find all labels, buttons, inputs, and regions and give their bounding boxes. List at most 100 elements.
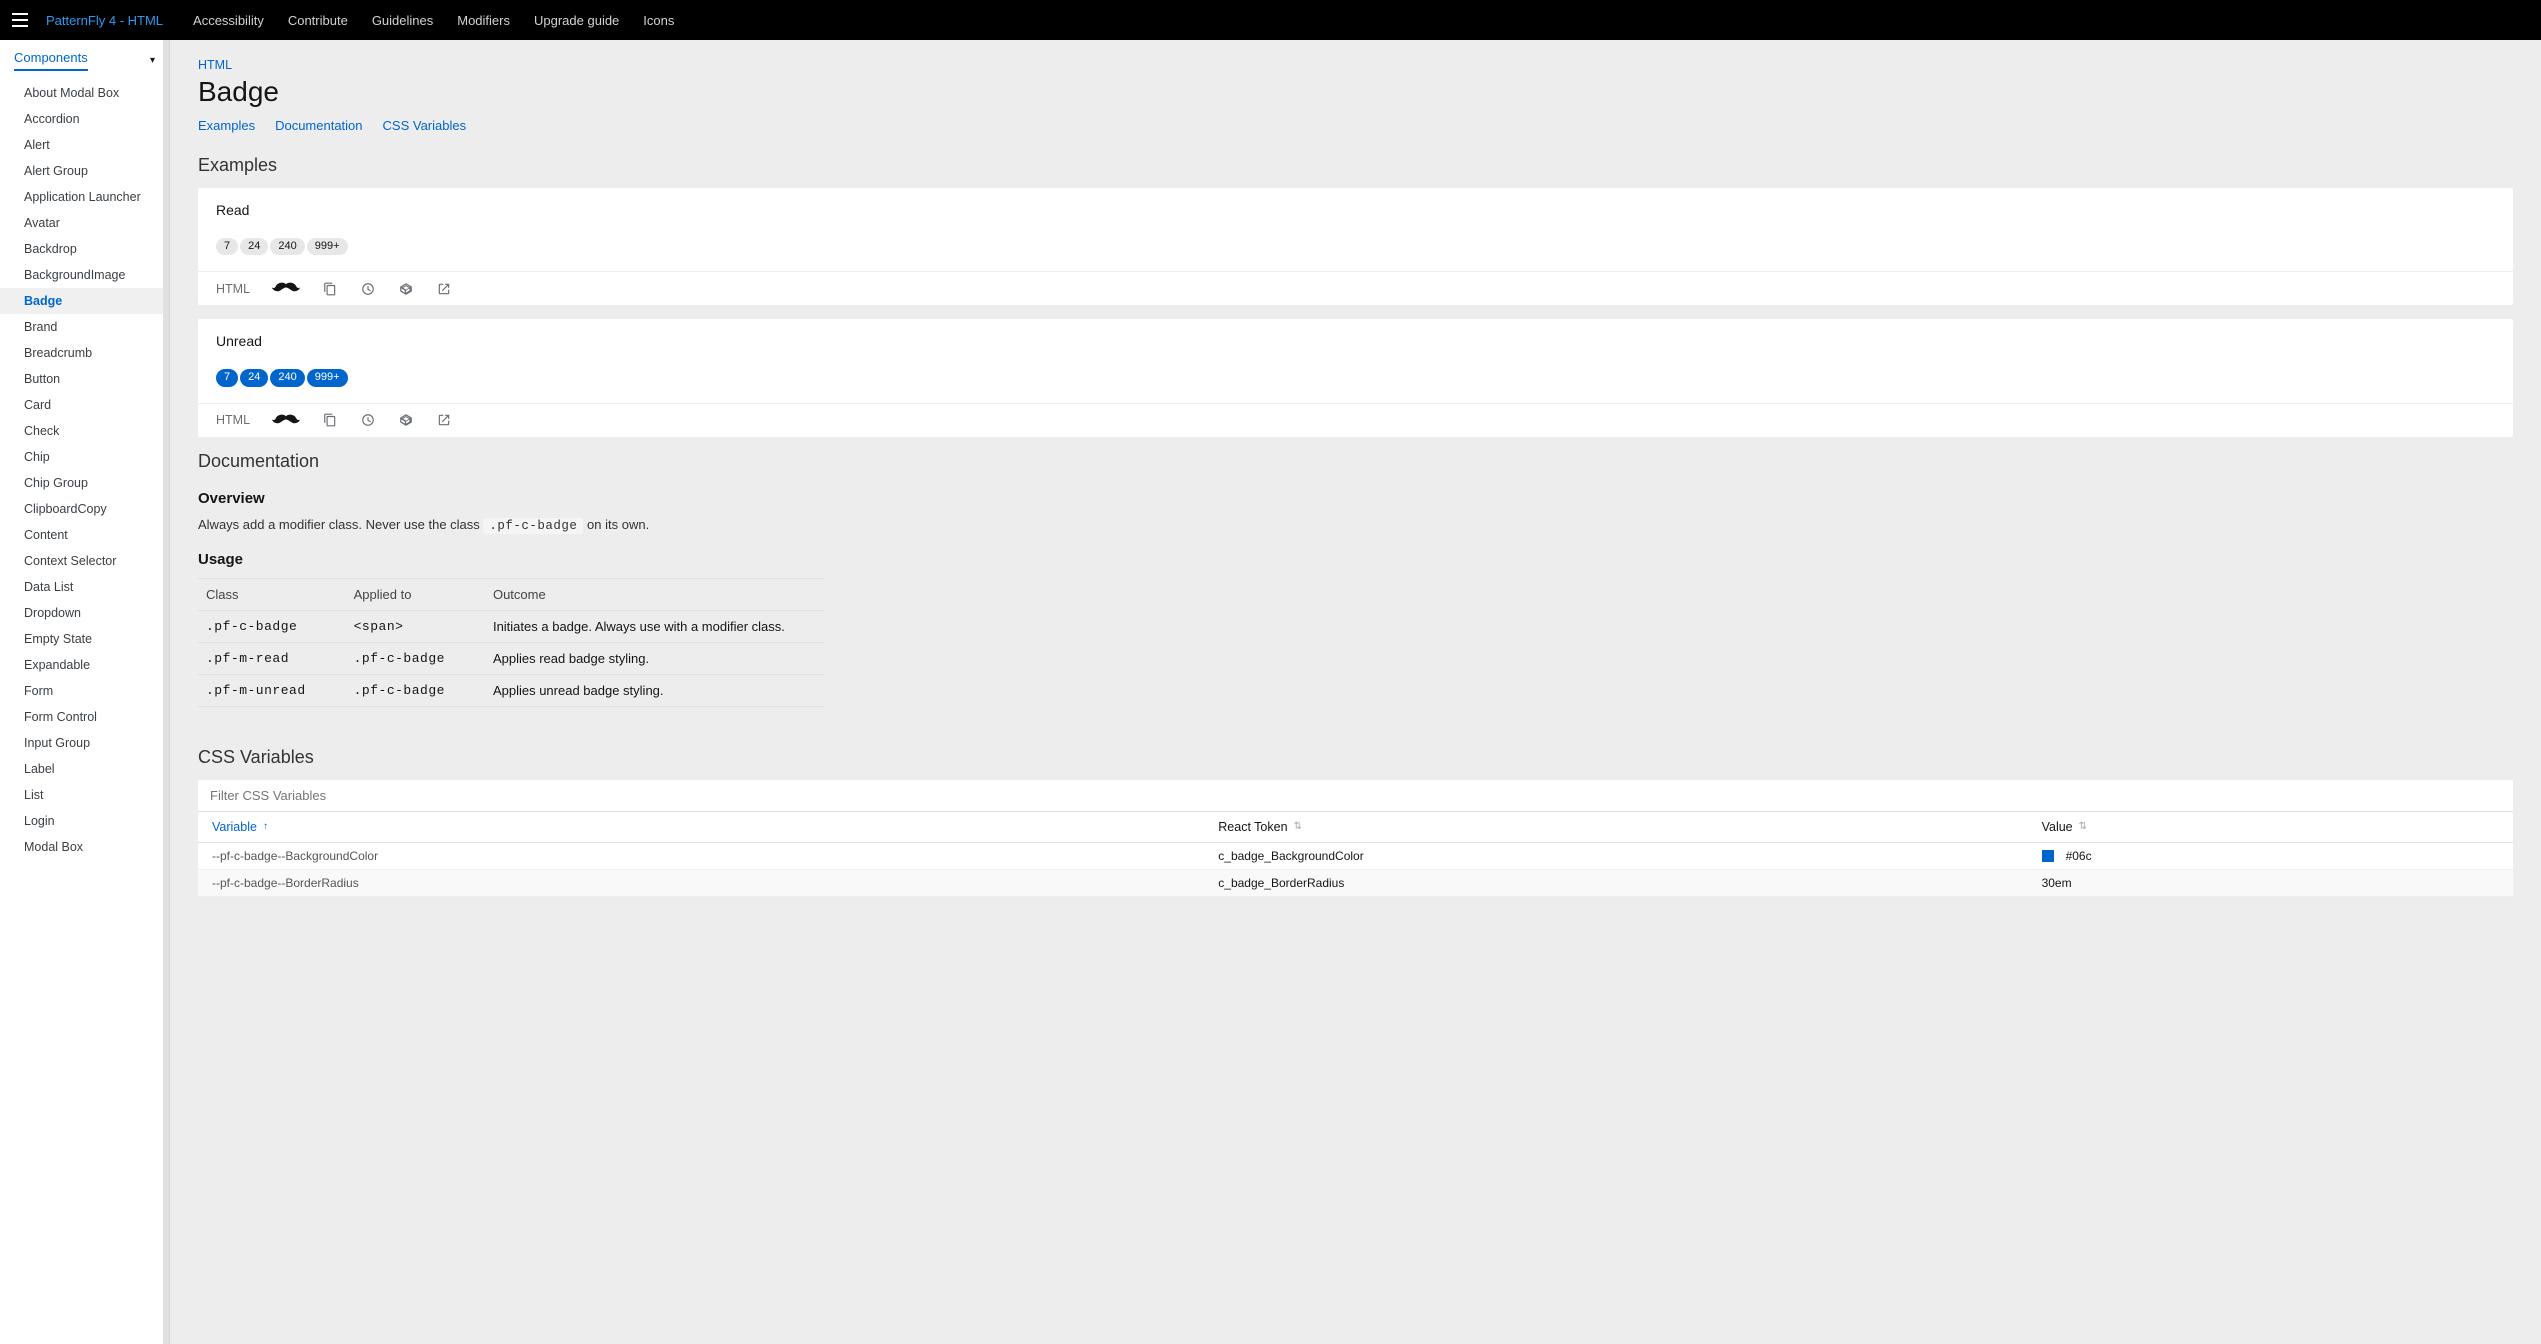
codepen-icon[interactable] [398, 281, 414, 297]
topnav-link-contribute[interactable]: Contribute [288, 13, 348, 28]
badge-read: 240 [270, 238, 304, 255]
badge-unread: 999+ [307, 369, 348, 386]
example-title: Unread [198, 319, 2513, 359]
sidebar-item-alert-group[interactable]: Alert Group [0, 158, 169, 184]
usage-row: .pf-c-badge<span>Initiates a badge. Alwa… [198, 610, 825, 642]
sidebar-item-input-group[interactable]: Input Group [0, 730, 169, 756]
sidebar-item-label[interactable]: Label [0, 756, 169, 782]
badge-read: 999+ [307, 238, 348, 255]
example-card-unread: Unread724240999+ HTML [198, 319, 2513, 436]
overview-text-before: Always add a modifier class. Never use t… [198, 517, 483, 532]
overview-text-after: on its own. [587, 517, 649, 532]
cssvars-card: Variable ↑ React Token ⇅ Value ⇅ --pf-c-… [198, 780, 2513, 897]
masthead: PatternFly 4 - HTML Accessibility Contrib… [0, 0, 2541, 40]
cssvar-react-token: c_badge_BorderRadius [1218, 876, 2041, 890]
sidebar-section-components[interactable]: Components ▾ [0, 40, 169, 80]
badge-read: 24 [240, 238, 268, 255]
sidebar-item-chip-group[interactable]: Chip Group [0, 470, 169, 496]
topnav-link-accessibility[interactable]: Accessibility [193, 13, 264, 28]
copy-icon[interactable] [322, 281, 338, 297]
usage-heading: Usage [198, 551, 2513, 568]
cssvars-row: --pf-c-badge--BackgroundColorc_badge_Bac… [198, 843, 2513, 870]
topnav-link-guidelines[interactable]: Guidelines [372, 13, 433, 28]
main-content: HTML Badge Examples Documentation CSS Vari… [170, 40, 2541, 1344]
sidebar: Components ▾ About Modal BoxAccordionAle… [0, 40, 170, 1344]
usage-class: .pf-m-unread [198, 674, 346, 706]
usage-col-class: Class [198, 578, 346, 610]
footer-html-label[interactable]: HTML [216, 413, 250, 427]
sidebar-item-accordion[interactable]: Accordion [0, 106, 169, 132]
cssvar-value: #06c [2042, 849, 2499, 863]
documentation-heading: Documentation [198, 451, 2513, 472]
handlebars-icon[interactable] [272, 412, 300, 429]
sidebar-item-list[interactable]: List [0, 782, 169, 808]
topnav-link-modifiers[interactable]: Modifiers [457, 13, 510, 28]
usage-row: .pf-m-read.pf-c-badgeApplies read badge … [198, 642, 825, 674]
sidebar-item-alert[interactable]: Alert [0, 132, 169, 158]
sort-icon: ⇅ [2079, 821, 2087, 832]
sidebar-item-about-modal-box[interactable]: About Modal Box [0, 80, 169, 106]
usage-table: ClassApplied toOutcome .pf-c-badge<span>… [198, 578, 825, 707]
usage-outcome: Applies read badge styling. [485, 642, 825, 674]
tab-examples[interactable]: Examples [198, 118, 255, 133]
sidebar-item-expandable[interactable]: Expandable [0, 652, 169, 678]
usage-outcome: Applies unread badge styling. [485, 674, 825, 706]
topnav-link-icons[interactable]: Icons [643, 13, 674, 28]
footer-html-label[interactable]: HTML [216, 282, 250, 296]
external-link-icon[interactable] [436, 281, 452, 297]
sidebar-item-button[interactable]: Button [0, 366, 169, 392]
example-body: 724240999+ [198, 359, 2513, 403]
sidebar-item-backdrop[interactable]: Backdrop [0, 236, 169, 262]
sidebar-item-dropdown[interactable]: Dropdown [0, 600, 169, 626]
sidebar-item-breadcrumb[interactable]: Breadcrumb [0, 340, 169, 366]
codepen-icon[interactable] [398, 412, 414, 428]
cssvars-col-value[interactable]: Value ⇅ [2042, 820, 2499, 834]
handlebars-icon[interactable] [272, 280, 300, 297]
page: Components ▾ About Modal BoxAccordionAle… [0, 40, 2541, 1344]
example-footer: HTML [198, 272, 2513, 305]
sidebar-section-label: Components [14, 50, 88, 71]
tab-css-variables[interactable]: CSS Variables [383, 118, 467, 133]
hamburger-icon[interactable] [8, 8, 32, 32]
sidebar-item-avatar[interactable]: Avatar [0, 210, 169, 236]
sidebar-item-login[interactable]: Login [0, 808, 169, 834]
page-title: Badge [198, 76, 2513, 108]
cssvars-heading: CSS Variables [198, 747, 2513, 768]
copy-icon[interactable] [322, 412, 338, 428]
cssvars-col-react-token[interactable]: React Token ⇅ [1218, 820, 2041, 834]
sidebar-item-brand[interactable]: Brand [0, 314, 169, 340]
cssvar-react-token: c_badge_BackgroundColor [1218, 849, 2041, 863]
badge-unread: 240 [270, 369, 304, 386]
sidebar-item-form-control[interactable]: Form Control [0, 704, 169, 730]
sidebar-item-modal-box[interactable]: Modal Box [0, 834, 169, 860]
sidebar-item-check[interactable]: Check [0, 418, 169, 444]
sidebar-item-card[interactable]: Card [0, 392, 169, 418]
sidebar-item-backgroundimage[interactable]: BackgroundImage [0, 262, 169, 288]
sidebar-item-form[interactable]: Form [0, 678, 169, 704]
example-body: 724240999+ [198, 228, 2513, 272]
example-title: Read [198, 188, 2513, 228]
cssvars-col-variable[interactable]: Variable ↑ [212, 820, 1218, 834]
sidebar-item-context-selector[interactable]: Context Selector [0, 548, 169, 574]
sidebar-item-badge[interactable]: Badge [0, 288, 169, 314]
history-icon[interactable] [360, 281, 376, 297]
cssvars-filter-input[interactable] [198, 780, 2513, 811]
tab-documentation[interactable]: Documentation [275, 118, 362, 133]
sidebar-item-empty-state[interactable]: Empty State [0, 626, 169, 652]
overview-heading: Overview [198, 490, 2513, 507]
external-link-icon[interactable] [436, 412, 452, 428]
sidebar-list: About Modal BoxAccordionAlertAlert Group… [0, 80, 169, 860]
sidebar-item-chip[interactable]: Chip [0, 444, 169, 470]
cssvars-row: --pf-c-badge--BorderRadiusc_badge_Border… [198, 870, 2513, 897]
sidebar-item-content[interactable]: Content [0, 522, 169, 548]
sidebar-item-data-list[interactable]: Data List [0, 574, 169, 600]
examples-heading: Examples [198, 155, 2513, 176]
topnav-link-upgrade-guide[interactable]: Upgrade guide [534, 13, 619, 28]
history-icon[interactable] [360, 412, 376, 428]
page-tabs: Examples Documentation CSS Variables [198, 118, 2513, 133]
breadcrumb[interactable]: HTML [198, 58, 2513, 72]
sidebar-item-clipboardcopy[interactable]: ClipboardCopy [0, 496, 169, 522]
brand-link[interactable]: PatternFly 4 - HTML [46, 13, 163, 28]
sidebar-item-application-launcher[interactable]: Application Launcher [0, 184, 169, 210]
usage-outcome: Initiates a badge. Always use with a mod… [485, 610, 825, 642]
